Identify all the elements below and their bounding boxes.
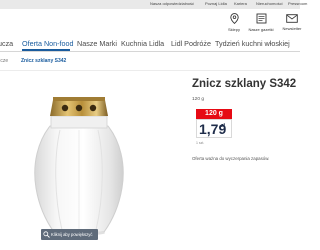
price-badge: 120 g bbox=[196, 109, 232, 119]
nav-item-non-food[interactable]: Oferta Non-food bbox=[22, 39, 74, 48]
nav-item-lidl-kitchen[interactable]: Kuchnia Lidla bbox=[121, 39, 164, 48]
price-box: 120 g 1,79 zł bbox=[196, 109, 232, 138]
leaflets-label: Nasze gazetki bbox=[248, 27, 274, 32]
topbar-link-real-estate[interactable]: Nieruchomości bbox=[256, 1, 282, 6]
stores-link[interactable]: Sklepy bbox=[221, 13, 247, 32]
availability-note: Oferta ważna do wyczerpania zapasów. bbox=[192, 156, 270, 161]
zoom-image-button[interactable]: Kliknij aby powiększyć bbox=[41, 229, 98, 240]
top-utility-bar: Nasza odpowiedzialność Poznaj Lidla Kari… bbox=[0, 0, 307, 9]
nav-item-promotions[interactable]: ucza bbox=[0, 39, 13, 48]
zoom-button-label: Kliknij aby powiększyć bbox=[51, 232, 93, 237]
breadcrumb-previous[interactable]: znicze bbox=[0, 58, 8, 64]
envelope-icon bbox=[286, 14, 298, 23]
location-pin-icon bbox=[229, 13, 239, 24]
newsletter-link[interactable]: Newsletter bbox=[279, 13, 305, 31]
nav-item-our-brands[interactable]: Nasze Marki bbox=[77, 39, 117, 48]
topbar-link-responsibility[interactable]: Nasza odpowiedzialność bbox=[150, 1, 194, 6]
price-currency: zł bbox=[221, 123, 225, 129]
topbar-link-about[interactable]: Poznaj Lidla bbox=[205, 1, 227, 6]
unit-note: 1 szt. bbox=[196, 141, 205, 145]
breadcrumb-current: Znicz szklany S342 bbox=[21, 58, 67, 64]
product-weight: 120 g bbox=[192, 97, 205, 102]
price-body: 1,79 zł bbox=[196, 119, 232, 138]
newsletter-label: Newsletter bbox=[282, 26, 302, 31]
price-badge-label: 120 g bbox=[205, 110, 223, 117]
magnifier-icon bbox=[43, 231, 50, 238]
nav-item-italian-week[interactable]: Tydzień kuchni włoskiej bbox=[215, 39, 290, 48]
newspaper-icon bbox=[256, 13, 266, 24]
nav-item-lidl-travel[interactable]: Lidl Podróże bbox=[171, 39, 211, 48]
leaflets-link[interactable]: Nasze gazetki bbox=[248, 13, 274, 32]
product-title: Znicz szklany S342 bbox=[192, 78, 297, 90]
stores-label: Sklepy bbox=[227, 27, 240, 32]
topbar-link-pressroom[interactable]: Pressroom bbox=[288, 1, 307, 6]
product-image-candle[interactable] bbox=[20, 86, 138, 236]
breadcrumb-divider bbox=[0, 70, 300, 71]
nav-divider bbox=[0, 51, 300, 52]
topbar-link-career[interactable]: Kariera bbox=[234, 1, 247, 6]
